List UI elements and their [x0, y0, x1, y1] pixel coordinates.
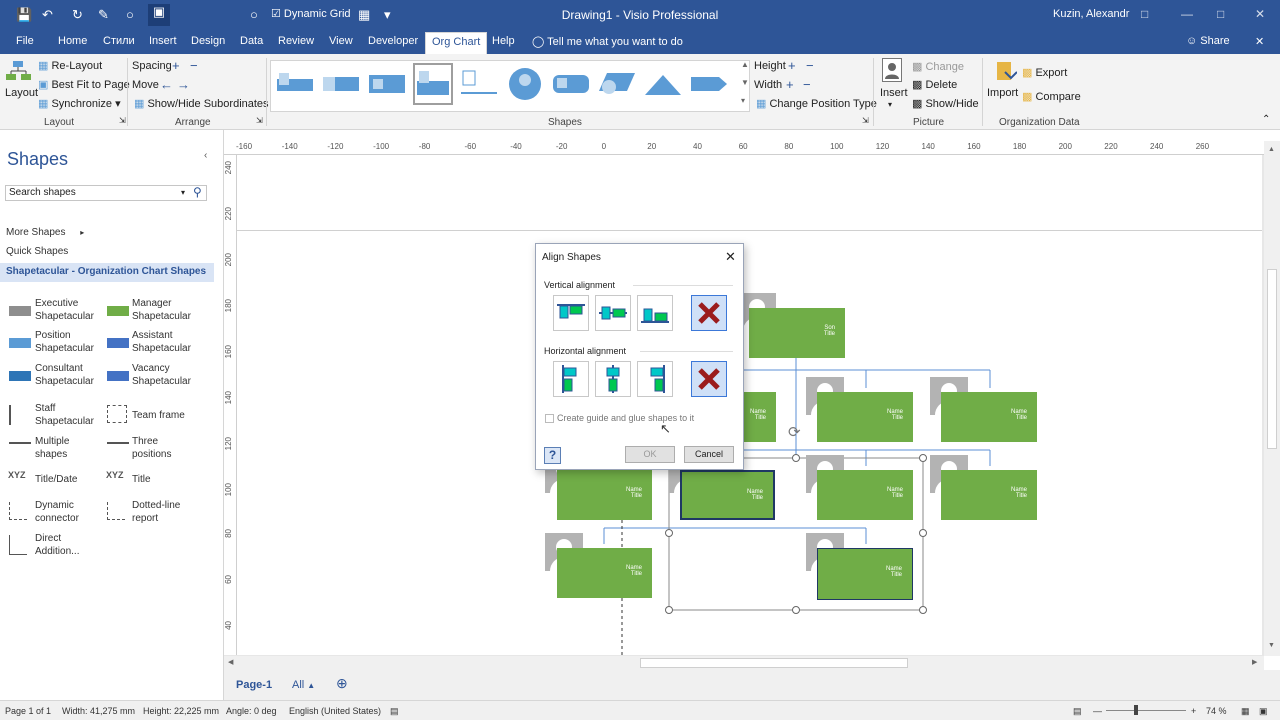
- no-horizontal-alignment-button[interactable]: [691, 361, 727, 397]
- node-title: Title: [823, 331, 835, 337]
- align-middle-button[interactable]: [595, 295, 631, 331]
- angle-status: Angle: 0 deg: [226, 706, 277, 716]
- separator: [640, 351, 733, 352]
- vertical-scrollbar[interactable]: ▲ ▼: [1264, 141, 1280, 656]
- align-right-button[interactable]: [637, 361, 673, 397]
- zoom-slider-thumb[interactable]: [1134, 705, 1138, 715]
- selection-handle[interactable]: [792, 454, 800, 462]
- page-1-tab[interactable]: Page-1: [236, 679, 272, 691]
- node-title: Title: [891, 415, 903, 421]
- height-status: Height: 22,225 mm: [143, 706, 220, 716]
- org-node[interactable]: Name Title: [557, 548, 652, 598]
- no-vertical-alignment-button[interactable]: [691, 295, 727, 331]
- all-pages-label: All: [292, 679, 305, 691]
- zoom-out-icon[interactable]: —: [1093, 706, 1102, 716]
- glue-label: Create guide and glue shapes to it: [557, 413, 695, 423]
- node-title: Title: [890, 572, 902, 578]
- org-node[interactable]: Name Title: [817, 470, 913, 520]
- scroll-left-icon[interactable]: ◀: [228, 658, 233, 666]
- add-page-icon[interactable]: ⊕: [336, 675, 348, 692]
- align-left-button[interactable]: [553, 361, 589, 397]
- language-status[interactable]: English (United States): [289, 706, 381, 716]
- chevron-up-icon: ▲: [307, 681, 316, 690]
- glue-checkbox[interactable]: [545, 414, 554, 423]
- horizontal-scroll-thumb[interactable]: [640, 658, 908, 668]
- scroll-right-icon[interactable]: ▶: [1252, 658, 1257, 666]
- rotation-handle-icon[interactable]: ⟳: [788, 423, 801, 441]
- fit-page-icon[interactable]: ▤: [1073, 706, 1082, 717]
- scroll-up-icon[interactable]: ▲: [1268, 146, 1275, 153]
- zoom-level[interactable]: 74 %: [1206, 706, 1227, 716]
- org-node[interactable]: Name Title: [743, 392, 776, 442]
- node-title: Title: [891, 493, 903, 499]
- page-tabs-bar: Page-1 All ▲ ⊕: [224, 670, 1280, 700]
- org-node[interactable]: Name Title: [817, 548, 913, 600]
- macro-record-icon[interactable]: ▤: [390, 706, 399, 717]
- ok-button[interactable]: OK: [625, 446, 675, 463]
- align-top-button[interactable]: [553, 295, 589, 331]
- align-shapes-dialog: Align Shapes ✕ Vertical alignment Horizo…: [535, 243, 744, 470]
- node-title: Title: [630, 493, 642, 499]
- fit-window-icon[interactable]: ▦: [1241, 706, 1250, 717]
- selection-handle[interactable]: [665, 606, 673, 614]
- selection-handle[interactable]: [792, 606, 800, 614]
- org-node[interactable]: Name Title: [941, 392, 1037, 442]
- separator: [633, 285, 733, 286]
- org-node[interactable]: Name Title: [817, 392, 913, 442]
- horizontal-alignment-label: Horizontal alignment: [544, 346, 627, 356]
- dialog-title: Align Shapes: [542, 252, 601, 263]
- selection-handle[interactable]: [919, 529, 927, 537]
- org-node-top[interactable]: Son Title: [749, 308, 845, 358]
- selection-handle[interactable]: [665, 529, 673, 537]
- status-bar: Page 1 of 1 Width: 41,275 mm Height: 22,…: [0, 700, 1280, 720]
- node-title: Title: [1015, 493, 1027, 499]
- switch-windows-icon[interactable]: ▣: [1259, 706, 1268, 717]
- org-node[interactable]: Name Title: [941, 470, 1037, 520]
- node-title: Title: [754, 415, 766, 421]
- mouse-cursor-icon: ↖: [660, 421, 671, 436]
- vertical-scroll-thumb[interactable]: [1267, 269, 1277, 449]
- page-number-status[interactable]: Page 1 of 1: [5, 706, 51, 716]
- all-pages-tab[interactable]: All ▲: [292, 679, 315, 691]
- zoom-in-icon[interactable]: +: [1191, 706, 1196, 716]
- node-title: Title: [751, 495, 763, 501]
- vertical-alignment-label: Vertical alignment: [544, 280, 616, 290]
- node-title: Title: [1015, 415, 1027, 421]
- cancel-button[interactable]: Cancel: [684, 446, 734, 463]
- close-icon[interactable]: ✕: [725, 249, 736, 265]
- horizontal-scrollbar[interactable]: ◀ ▶: [224, 656, 1264, 670]
- org-node[interactable]: Name Title: [557, 470, 652, 520]
- help-icon[interactable]: ?: [544, 447, 561, 464]
- zoom-slider[interactable]: [1106, 710, 1186, 711]
- org-node-selected[interactable]: Name Title: [680, 470, 775, 520]
- selection-handle[interactable]: [919, 454, 927, 462]
- selection-handle[interactable]: [919, 606, 927, 614]
- width-status: Width: 41,275 mm: [62, 706, 136, 716]
- node-title: Title: [630, 571, 642, 577]
- align-center-button[interactable]: [595, 361, 631, 397]
- scroll-down-icon[interactable]: ▼: [1268, 642, 1275, 649]
- align-bottom-button[interactable]: [637, 295, 673, 331]
